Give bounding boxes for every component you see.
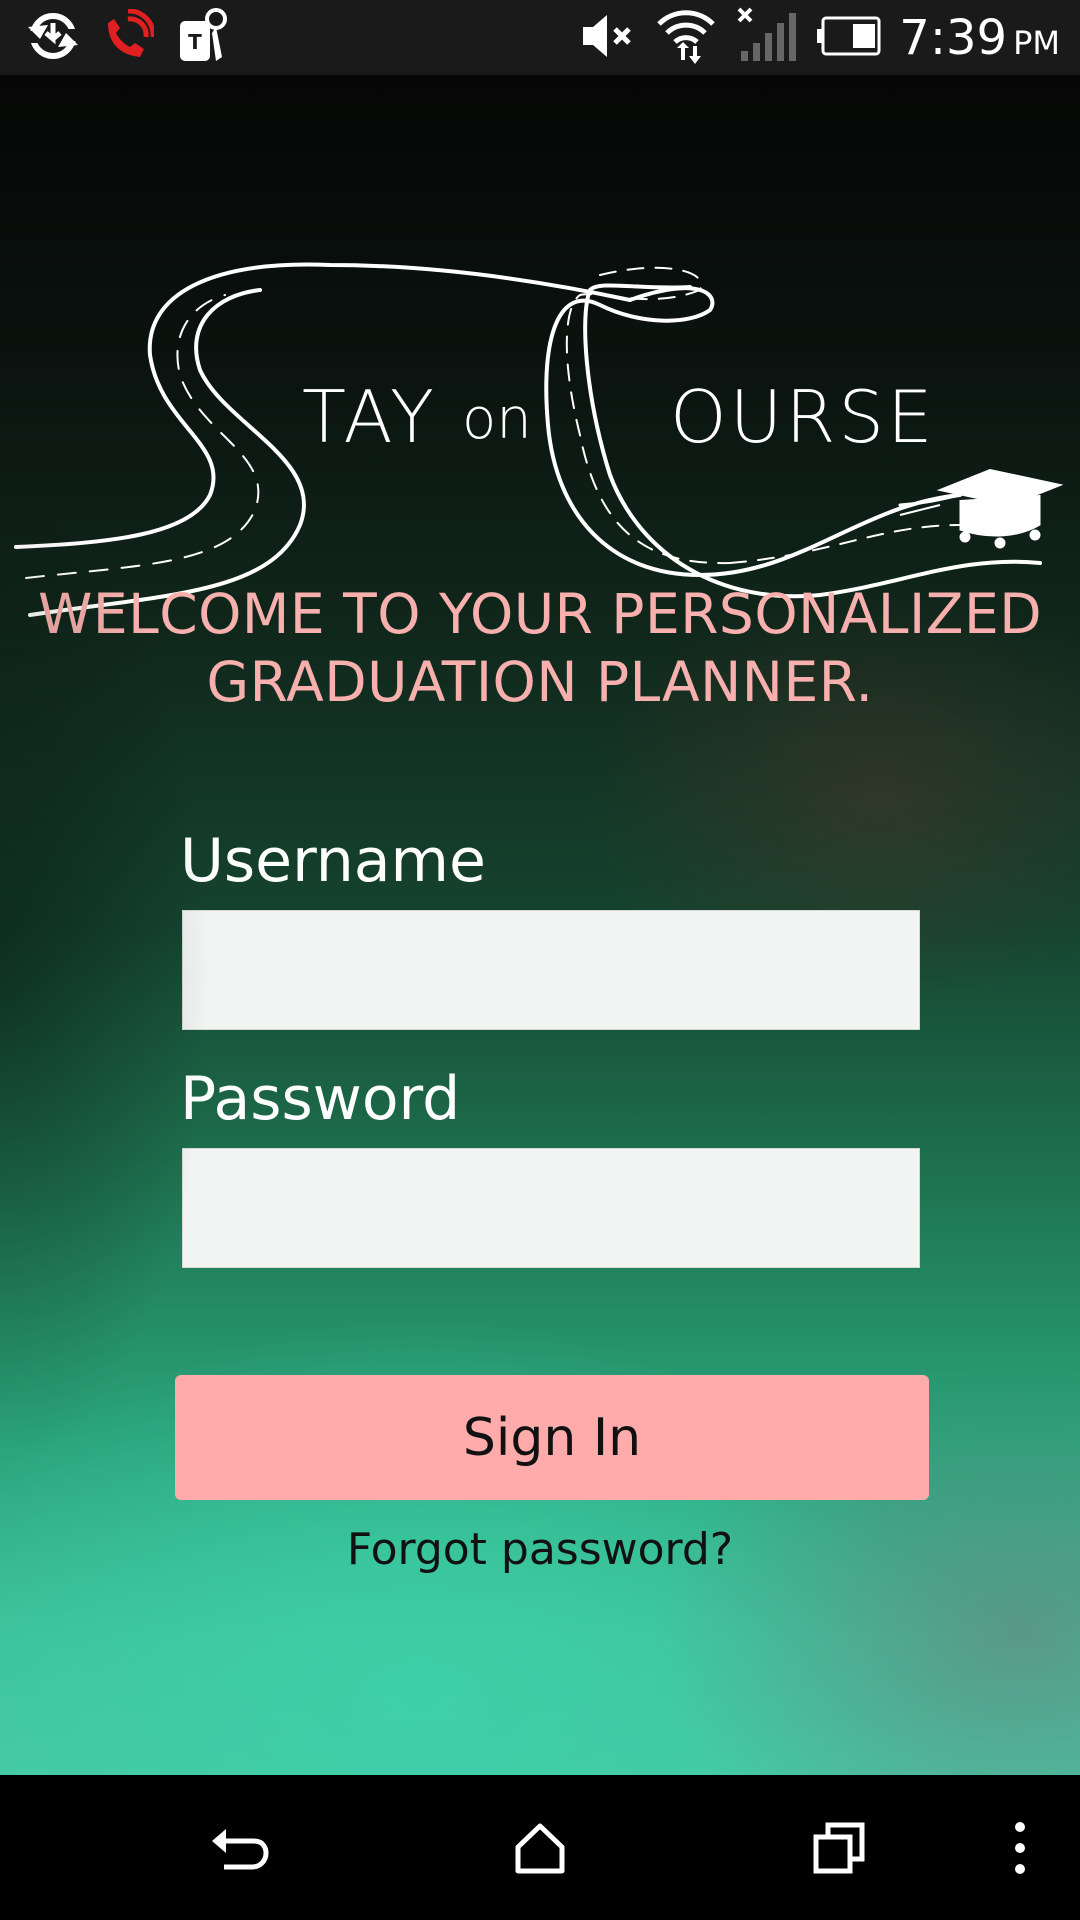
welcome-line-1: WELCOME TO YOUR PERSONALIZED (37, 582, 1043, 646)
home-icon (515, 1823, 565, 1873)
welcome-message: WELCOME TO YOUR PERSONALIZED GRADUATION … (0, 580, 1080, 716)
logo-text-on: on (462, 387, 532, 452)
stay-on-course-logo: S C TAY on OURSE (0, 175, 1080, 635)
logo-text-ourse: OURSE (670, 375, 936, 459)
status-bar-left: T (26, 0, 230, 75)
forgot-password-link[interactable]: Forgot password? (0, 1524, 1080, 1575)
status-bar-right: 7:39 PM (579, 0, 1060, 75)
clock-time: 7:39 (899, 9, 1008, 66)
status-bar: T 7:39 PM (0, 0, 1080, 75)
status-clock: 7:39 PM (899, 10, 1060, 66)
logo-text-tay: TAY (302, 375, 438, 459)
cell-signal-icon (735, 5, 797, 71)
recents-icon (813, 1822, 865, 1873)
mute-icon (579, 11, 637, 65)
tmobile-keys-icon: T (176, 7, 230, 69)
username-input[interactable] (182, 910, 920, 1030)
wifi-calling-icon (102, 8, 156, 67)
navigation-bar (0, 1775, 1080, 1920)
clock-ampm: PM (1013, 23, 1060, 62)
back-icon (212, 1828, 269, 1869)
sync-icon (26, 9, 80, 67)
battery-icon (815, 16, 881, 60)
main-background: S C TAY on OURSE WELCOME TO YOUR PERSONA… (0, 75, 1080, 1775)
password-label: Password (180, 1064, 461, 1134)
welcome-line-2: GRADUATION PLANNER. (206, 650, 874, 714)
overflow-menu-icon (1015, 1821, 1025, 1874)
username-label: Username (180, 826, 486, 896)
graduation-cap-icon (899, 468, 1064, 549)
recents-button[interactable] (780, 1775, 900, 1920)
svg-text:T: T (188, 30, 202, 54)
home-button[interactable] (480, 1775, 600, 1920)
password-input[interactable] (182, 1148, 920, 1268)
sign-in-button[interactable]: Sign In (175, 1375, 929, 1500)
overflow-menu-button[interactable] (990, 1775, 1050, 1920)
wifi-icon (655, 6, 717, 70)
login-screen: T 7:39 PM TAY on OURSE WELCOME TO YOUR P… (0, 0, 1080, 1920)
back-button[interactable] (180, 1775, 300, 1920)
